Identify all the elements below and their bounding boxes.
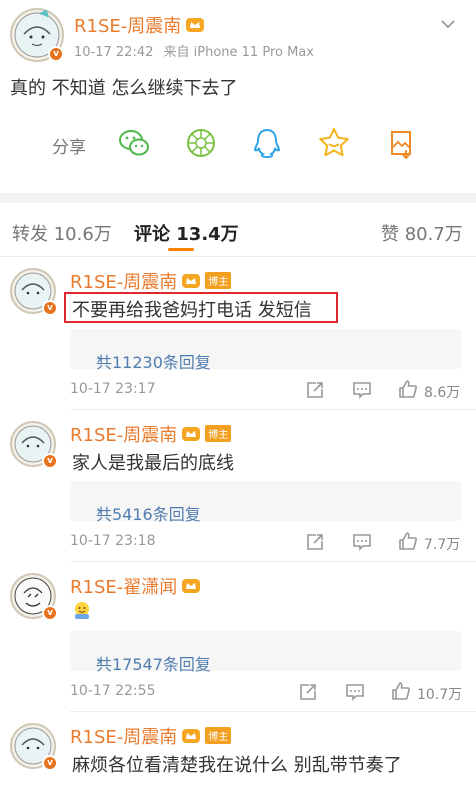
post-text: 真的 不知道 怎么继续下去了 bbox=[10, 78, 238, 99]
comment-text: 不要再给我爸妈打电话 发短信 bbox=[72, 300, 312, 321]
chevron-right-icon: › bbox=[96, 349, 103, 368]
comment-icon[interactable] bbox=[345, 682, 365, 702]
member-crown-icon bbox=[182, 427, 201, 441]
tab-comments[interactable]: 评论 13.4万 bbox=[134, 220, 239, 246]
member-crown-icon bbox=[182, 274, 201, 288]
comment-avatar[interactable]: v bbox=[10, 268, 58, 316]
comment-time: 10-17 23:18 bbox=[70, 533, 156, 549]
moments-icon[interactable] bbox=[184, 126, 218, 160]
tab-likes[interactable]: 赞 80.7万 bbox=[381, 220, 463, 246]
member-crown-icon bbox=[186, 18, 205, 32]
verified-badge-icon: v bbox=[42, 755, 58, 771]
like-icon[interactable] bbox=[398, 379, 418, 399]
comment-divider bbox=[70, 561, 476, 562]
comment-icon[interactable] bbox=[352, 532, 372, 552]
chevron-down-icon[interactable] bbox=[440, 18, 456, 30]
host-tag: 博主 bbox=[205, 727, 232, 744]
host-tag: 博主 bbox=[205, 272, 232, 289]
host-tag: 博主 bbox=[205, 425, 232, 442]
comment-avatar[interactable]: v bbox=[10, 421, 58, 469]
like-count: 7.7万 bbox=[424, 537, 461, 553]
comment-author-name[interactable]: R1SE-周震南 博主 bbox=[70, 421, 232, 447]
comment-divider bbox=[70, 711, 476, 712]
hug-emoji-icon bbox=[75, 602, 89, 619]
tab-active-indicator bbox=[168, 248, 194, 251]
repost-icon[interactable] bbox=[305, 532, 325, 552]
comment-avatar[interactable]: v bbox=[10, 573, 58, 621]
verified-badge-icon: v bbox=[42, 453, 58, 469]
chevron-right-icon: › bbox=[96, 501, 103, 520]
comment-time: 10-17 23:17 bbox=[70, 381, 156, 397]
tab-repost[interactable]: 转发 10.6万 bbox=[12, 220, 112, 246]
member-crown-icon bbox=[182, 729, 201, 743]
reply-count-link[interactable]: 共11230条回复 › bbox=[70, 329, 461, 372]
comment-icon[interactable] bbox=[352, 380, 372, 400]
share-label: 分享 bbox=[52, 138, 86, 158]
like-count: 10.7万 bbox=[417, 687, 463, 703]
comment-author-name[interactable]: R1SE-翟潇闻 bbox=[70, 573, 201, 599]
verified-badge-icon: v bbox=[48, 46, 64, 62]
tabs-divider bbox=[0, 256, 476, 257]
comment-text: 麻烦各位看清楚我在说什么 别乱带节奏了 bbox=[72, 755, 402, 776]
like-count: 8.6万 bbox=[424, 385, 461, 401]
comment-avatar[interactable]: v bbox=[10, 723, 58, 771]
reply-count-link[interactable]: 共17547条回复 › bbox=[70, 631, 461, 674]
repost-icon[interactable] bbox=[305, 380, 325, 400]
comment-author-name[interactable]: R1SE-周震南 博主 bbox=[70, 723, 232, 749]
member-crown-icon bbox=[182, 579, 201, 593]
post-source: 来自 iPhone 11 Pro Max bbox=[163, 45, 314, 60]
qq-icon[interactable] bbox=[250, 126, 284, 160]
post-author-name[interactable]: R1SE-周震南 bbox=[74, 12, 205, 38]
repost-icon[interactable] bbox=[298, 682, 318, 702]
save-image-icon[interactable] bbox=[384, 126, 418, 160]
comment-text: 家人是我最后的底线 bbox=[72, 453, 234, 474]
comment-divider bbox=[70, 409, 476, 410]
verified-badge-icon: v bbox=[42, 605, 58, 621]
post-author-avatar[interactable]: v bbox=[10, 8, 64, 62]
like-icon[interactable] bbox=[391, 681, 411, 701]
reply-count-link[interactable]: 共5416条回复 › bbox=[70, 481, 461, 524]
comment-time: 10-17 22:55 bbox=[70, 683, 156, 699]
comment-author-name[interactable]: R1SE-周震南 博主 bbox=[70, 268, 232, 294]
post-time: 10-17 22:42 bbox=[74, 45, 154, 60]
verified-badge-icon: v bbox=[42, 300, 58, 316]
section-separator bbox=[0, 193, 476, 203]
wechat-icon[interactable] bbox=[117, 126, 151, 160]
favorite-star-icon[interactable] bbox=[317, 126, 351, 160]
chevron-right-icon: › bbox=[96, 651, 103, 670]
like-icon[interactable] bbox=[398, 531, 418, 551]
